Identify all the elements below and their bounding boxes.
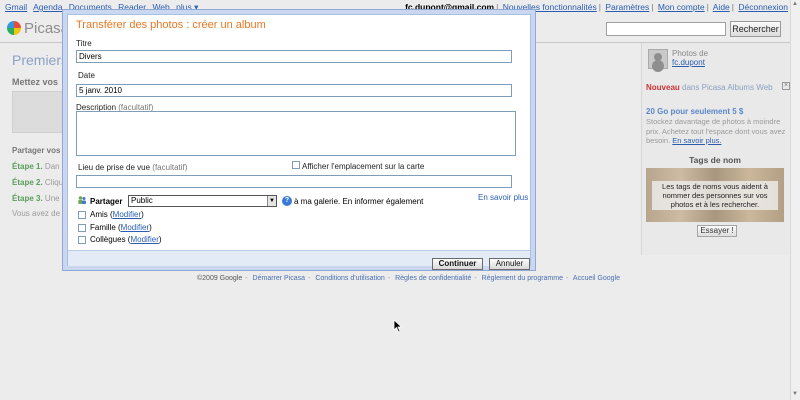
search-button[interactable]: Rechercher <box>730 21 781 37</box>
link-my-account[interactable]: Mon compte <box>658 2 705 12</box>
location-label: Lieu de prise de vue (facultatif) <box>78 163 188 172</box>
picasa-logo[interactable]: Picasa <box>6 19 69 39</box>
footer-link-program-rules[interactable]: Règlement du programme <box>482 275 563 282</box>
share-label: Partager <box>90 197 123 206</box>
show-map-checkbox[interactable] <box>292 161 300 169</box>
colleagues-checkbox[interactable] <box>78 236 86 244</box>
footer: ©2009 Google - Démarrer Picasa - Condition… <box>197 275 620 282</box>
gallery-notify-text: à ma galerie. En informer également <box>294 197 424 206</box>
album-title-input[interactable]: Divers <box>76 50 512 63</box>
family-edit-link[interactable]: Modifier <box>121 223 149 232</box>
footer-link-terms[interactable]: Conditions d'utilisation <box>315 275 384 282</box>
lead-text: Mettez vos <box>12 77 59 87</box>
description-textarea[interactable] <box>76 111 516 156</box>
promo-text: Stockez davantage de photos à moindre pr… <box>646 117 786 145</box>
location-input[interactable] <box>76 175 512 188</box>
date-label: Date <box>78 71 95 80</box>
chevron-down-icon[interactable]: ▼ <box>267 196 276 206</box>
promo-title: 20 Go pour seulement 5 $ <box>646 107 744 116</box>
name-tags-text: Les tags de noms vous aident à nommer de… <box>652 181 778 210</box>
nav-gmail[interactable]: Gmail <box>5 2 27 12</box>
help-icon[interactable]: ? <box>282 196 292 206</box>
close-icon[interactable]: × <box>782 82 790 90</box>
link-settings[interactable]: Paramètres <box>605 2 649 12</box>
search-input[interactable] <box>606 22 726 36</box>
footer-link-privacy[interactable]: Règles de confidentialité <box>395 275 471 282</box>
step-1: Étape 1. Dan <box>12 162 60 171</box>
show-map-label: Afficher l'emplacement sur la carte <box>302 162 425 171</box>
album-date-input[interactable]: 5 janv. 2010 <box>76 84 512 97</box>
footer-link-google-home[interactable]: Accueil Google <box>573 275 620 282</box>
right-sidebar <box>641 43 789 255</box>
friends-label: Amis (Modifier) <box>90 210 144 219</box>
link-logout[interactable]: Déconnexion <box>738 2 788 12</box>
share-visibility-select[interactable]: Public <box>128 195 277 207</box>
step-2: Étape 2. Cliqu <box>12 178 64 187</box>
link-help[interactable]: Aide <box>713 2 730 12</box>
family-label: Famille (Modifier) <box>90 223 152 232</box>
step-3: Étape 3. Une <box>12 194 60 203</box>
name-tags-heading: Tags de nom <box>689 155 741 165</box>
dialog-title: Transférer des photos : créer un album <box>76 19 266 31</box>
news-new-label: Nouveau <box>646 83 680 92</box>
scroll-down-icon[interactable]: ▼ <box>791 391 799 399</box>
dialog-body: Transférer des photos : créer un album T… <box>67 14 531 270</box>
cancel-button[interactable]: Annuler <box>489 258 530 270</box>
footer-link-start-picasa[interactable]: Démarrer Picasa <box>253 275 306 282</box>
news-banner: Nouveau dans Picasa Albums Web <box>646 83 784 93</box>
mouse-cursor-icon <box>393 319 403 333</box>
scroll-up-icon[interactable]: ▲ <box>791 1 799 9</box>
photos-of-label: Photos de <box>672 49 709 58</box>
news-text: dans Picasa Albums Web <box>682 83 773 92</box>
friends-checkbox[interactable] <box>78 211 86 219</box>
colleagues-edit-link[interactable]: Modifier <box>130 235 158 244</box>
create-album-dialog: Transférer des photos : créer un album T… <box>62 9 536 271</box>
learn-more-link[interactable]: En savoir plus <box>478 193 528 202</box>
family-checkbox[interactable] <box>78 224 86 232</box>
picasa-logo-icon <box>7 21 21 35</box>
people-icon <box>78 196 86 204</box>
user-gallery-link[interactable]: fc.dupont <box>672 58 705 67</box>
promo-learn-more-link[interactable]: En savoir plus. <box>672 136 721 145</box>
copyright: ©2009 Google <box>197 275 243 282</box>
share-heading: Partager vos <box>12 146 61 155</box>
continue-button[interactable]: Continuer <box>432 258 483 270</box>
colleagues-label: Collègues (Modifier) <box>90 235 162 244</box>
scrollbar[interactable] <box>790 0 800 400</box>
friends-edit-link[interactable]: Modifier <box>113 210 141 219</box>
nav-agenda[interactable]: Agenda <box>33 2 62 12</box>
title-label: Titre <box>76 39 92 48</box>
page-title: Premiers <box>12 52 69 68</box>
try-button[interactable]: Essayer ! <box>697 225 737 237</box>
info-text: Vous avez de <box>12 209 61 218</box>
avatar[interactable] <box>648 49 668 69</box>
